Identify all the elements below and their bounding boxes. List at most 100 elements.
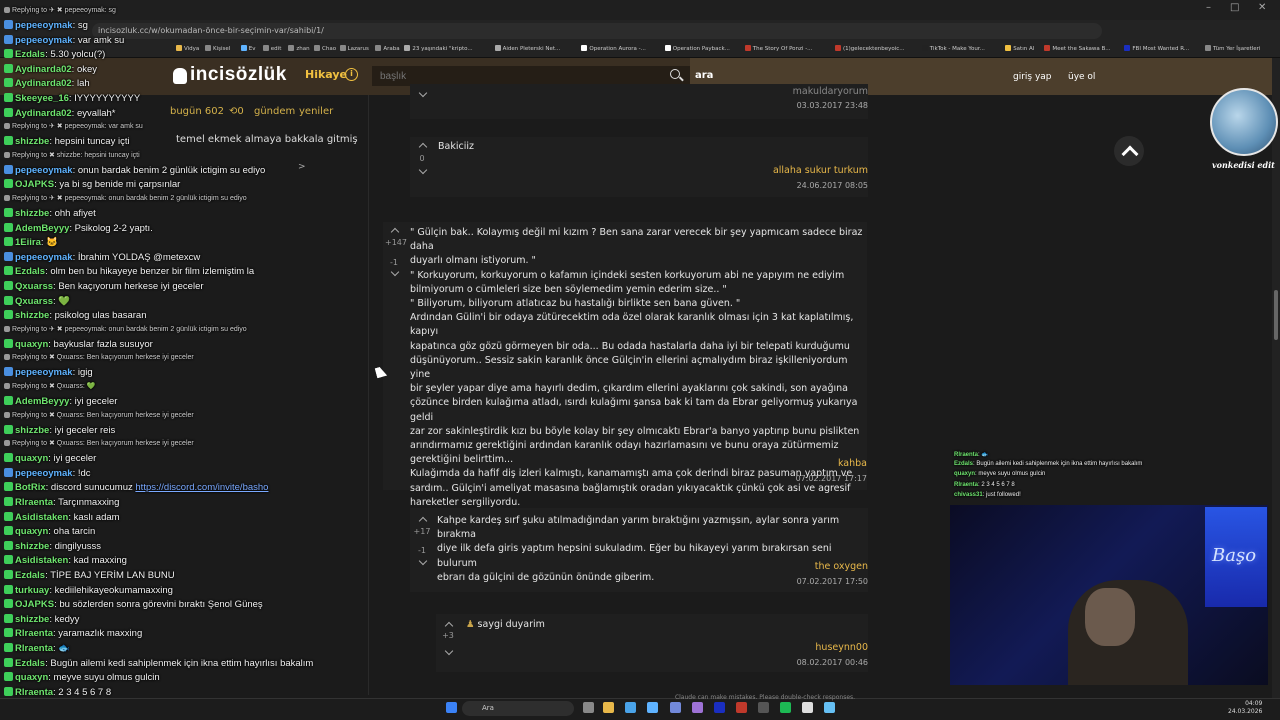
entry-date[interactable]: 08.02.2017 00:46	[797, 658, 868, 667]
downvote-icon[interactable]	[418, 556, 428, 566]
chat-username[interactable]: shizzbe	[15, 310, 49, 321]
entry-author[interactable]: kahba	[838, 458, 867, 469]
start-icon[interactable]	[446, 702, 457, 713]
bookmark-item[interactable]: Meet the Sakawa B...	[1044, 45, 1111, 52]
entry-author[interactable]: huseynn00	[815, 642, 868, 653]
chat-username[interactable]: AdemBeyyy	[15, 223, 69, 234]
upvote-icon[interactable]	[418, 516, 428, 526]
bookmark-item[interactable]: Satın Al	[1005, 45, 1034, 52]
login-link[interactable]: giriş yap	[1013, 72, 1052, 82]
chat-username[interactable]: OJAPKS	[15, 599, 54, 610]
chat-username[interactable]: BotRix	[15, 482, 46, 493]
bookmark-item[interactable]: (1)gelecektenbeyoic...	[835, 45, 905, 52]
chat-username[interactable]: pepeeoymak	[15, 165, 73, 176]
chat-username[interactable]: Ezdals	[15, 570, 45, 581]
chat-username[interactable]: Asidistaken	[15, 512, 68, 523]
bookmark-item[interactable]: Aiden Pleterski Net...	[494, 45, 560, 52]
chat-username[interactable]: shizzbe	[15, 425, 49, 436]
chat-username[interactable]: pepeeoymak	[15, 252, 73, 263]
photoshop-icon[interactable]	[714, 702, 725, 713]
entry-date[interactable]: 07.02.2017 17:17	[796, 474, 867, 483]
entry-author[interactable]: makuldaryorum	[793, 86, 868, 97]
chat-username[interactable]: Qxuarss	[15, 296, 53, 307]
bookmark-item[interactable]: TikTok - Make Your...	[921, 45, 985, 52]
chat-username[interactable]: Aydinarda02	[15, 108, 72, 119]
close-icon[interactable]: ✕	[1258, 2, 1266, 13]
chat-badge-icon	[4, 78, 13, 88]
bookmark-item[interactable]: Operation Payback...	[664, 45, 730, 52]
chat-username[interactable]: Aydinarda02	[15, 64, 72, 75]
entry-date[interactable]: 07.02.2017 17:50	[797, 577, 868, 586]
entry-author[interactable]: allaha sukur turkum	[773, 165, 868, 176]
scroll-to-top-button[interactable]	[1114, 136, 1144, 166]
app-icon[interactable]	[692, 702, 703, 713]
upvote-icon[interactable]	[390, 227, 400, 237]
chat-username[interactable]: Rlraenta	[15, 628, 53, 639]
chat-username[interactable]: Rlraenta	[15, 643, 53, 654]
taskbar-search[interactable]: Ara	[462, 701, 574, 716]
chat-username[interactable]: Rlraenta	[15, 687, 53, 698]
chat-username[interactable]: Ezdals	[15, 658, 45, 669]
downvote-icon[interactable]	[390, 267, 400, 277]
chat-username[interactable]: shizzbe	[15, 208, 49, 219]
entry-date[interactable]: 03.03.2017 23:48	[797, 101, 868, 110]
chat-username[interactable]: Ezdals	[15, 49, 45, 60]
edge-icon[interactable]	[647, 702, 658, 713]
chat-message: Rlraenta: 🐟	[4, 643, 70, 654]
scrollbar-track[interactable]	[1272, 58, 1280, 698]
chat-username[interactable]: pepeeoymak	[15, 468, 73, 479]
chat-username[interactable]: Qxuarss	[15, 281, 53, 292]
chat-username[interactable]: Skeeyee_16	[15, 93, 69, 104]
search-input[interactable]	[372, 66, 690, 86]
chat-username[interactable]: Aydinarda02	[15, 78, 72, 89]
bookmark-item[interactable]: Operation Aurora -...	[581, 45, 646, 52]
bookmark-item[interactable]: The Story Of Ponzi -...	[744, 45, 812, 52]
bookmark-item[interactable]: Tüm Yer İşaretleri	[1205, 45, 1260, 52]
chat-link[interactable]: https://discord.com/invite/basho	[135, 482, 268, 493]
chat-username[interactable]: pepeeoymak	[15, 367, 73, 378]
folder-icon[interactable]	[603, 702, 614, 713]
downvote-icon[interactable]	[444, 646, 454, 656]
bookmark-item[interactable]: 23 yaşındaki "kripto...	[404, 45, 473, 52]
search-button[interactable]: ara	[695, 70, 713, 81]
upvote-icon[interactable]	[444, 621, 454, 631]
chat-username[interactable]: quaxyn	[15, 672, 48, 683]
signup-link[interactable]: üye ol	[1068, 72, 1095, 82]
chat-username[interactable]: AdemBeyyy	[15, 396, 69, 407]
steam-icon[interactable]	[824, 702, 835, 713]
chat-username[interactable]: 1Eiira	[15, 237, 41, 248]
entry-date[interactable]: 24.06.2017 08:05	[797, 181, 868, 190]
chrome-icon[interactable]	[625, 702, 636, 713]
downvote-icon[interactable]	[418, 165, 428, 175]
discord-icon[interactable]	[670, 702, 681, 713]
chat-username[interactable]: quaxyn	[15, 526, 48, 537]
chat-username[interactable]: pepeeoymak	[15, 20, 73, 31]
bookmark-item[interactable]: Araba	[375, 45, 400, 52]
chat-username[interactable]: shizzbe	[15, 541, 49, 552]
media-icon[interactable]	[802, 702, 813, 713]
entry-author[interactable]: the oxygen	[815, 561, 868, 572]
scrollbar-thumb[interactable]	[1274, 290, 1278, 340]
chat-username[interactable]: shizzbe	[15, 136, 49, 147]
chat-username[interactable]: quaxyn	[15, 453, 48, 464]
spotify-icon[interactable]	[780, 702, 791, 713]
app-red-icon[interactable]	[736, 702, 747, 713]
bookmark-item[interactable]: FBI Most Wanted R...	[1124, 45, 1189, 52]
chat-username[interactable]: quaxyn	[15, 339, 48, 350]
system-clock[interactable]: 04:09 24.03.2026	[1228, 700, 1262, 716]
chat-username[interactable]: Ezdals	[15, 266, 45, 277]
chat-username[interactable]: Asidistaken	[15, 555, 68, 566]
search-icon[interactable]	[670, 69, 680, 79]
downvote-icon[interactable]	[418, 88, 428, 98]
chat-username[interactable]: turkuay	[15, 585, 49, 596]
minimize-icon[interactable]: –	[1206, 2, 1211, 13]
chat-username[interactable]: Rlraenta	[15, 497, 53, 508]
chat-username[interactable]: pepeeoymak	[15, 35, 73, 46]
maximize-icon[interactable]: □	[1230, 2, 1239, 13]
upvote-icon[interactable]	[418, 142, 428, 152]
obs-icon[interactable]	[758, 702, 769, 713]
neon-sign: Başo	[1212, 545, 1257, 566]
taskview-icon[interactable]	[583, 702, 594, 713]
chat-username[interactable]: shizzbe	[15, 614, 49, 625]
chat-username[interactable]: OJAPKS	[15, 179, 54, 190]
